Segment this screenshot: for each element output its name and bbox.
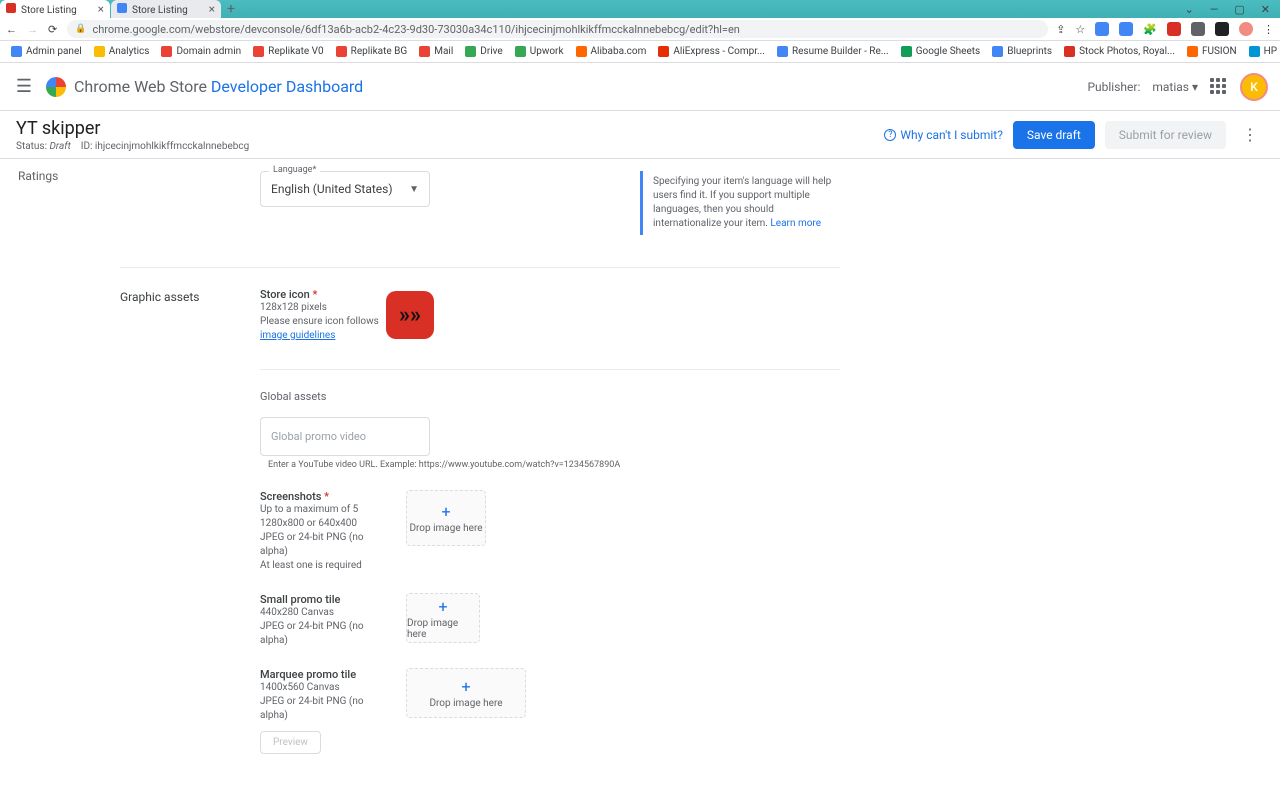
bookmark-item[interactable]: Replikate V0 xyxy=(248,44,329,59)
close-icon[interactable]: × xyxy=(209,2,215,16)
window-controls: ⌄ — ▢ ✕ xyxy=(1185,3,1280,16)
maximize-icon[interactable]: ▢ xyxy=(1234,3,1244,16)
bookmarks-bar: Admin panel Analytics Domain admin Repli… xyxy=(0,41,1280,63)
ext-icon[interactable] xyxy=(1239,22,1253,36)
bookmark-item[interactable]: Resume Builder - Re... xyxy=(772,44,894,59)
marquee-dropzone[interactable]: + Drop image here xyxy=(406,668,526,718)
forward-icon[interactable]: → xyxy=(27,23,38,36)
avatar[interactable]: K xyxy=(1240,73,1268,101)
bookmark-item[interactable]: Stock Photos, Royal... xyxy=(1059,44,1180,59)
ext-icon[interactable] xyxy=(1095,22,1109,36)
chevron-down-icon[interactable]: ⌄ xyxy=(1185,3,1194,16)
bookmark-item[interactable]: HP Smart p rinterse... xyxy=(1244,44,1280,59)
chevron-down-icon: ▾ xyxy=(1192,80,1198,94)
bookmark-item[interactable]: Mail xyxy=(414,44,458,59)
more-icon[interactable]: ⋮ xyxy=(1236,125,1264,144)
small-tile-dropzone[interactable]: + Drop image here xyxy=(406,593,480,643)
reload-icon[interactable]: ⟳ xyxy=(48,23,57,36)
ext-icon[interactable] xyxy=(1167,22,1181,36)
global-promo-video-input[interactable]: Global promo video xyxy=(260,417,430,456)
save-draft-button[interactable]: Save draft xyxy=(1013,121,1095,149)
screenshots-dropzone[interactable]: + Drop image here xyxy=(406,490,486,546)
bookmark-item[interactable]: Domain admin xyxy=(156,44,246,59)
address-bar: ← → ⟳ 🔒 chrome.google.com/webstore/devco… xyxy=(0,18,1280,41)
language-hint: Specifying your item's language will hel… xyxy=(640,171,840,235)
bookmark-item[interactable]: FUSION xyxy=(1182,44,1242,59)
help-icon: ? xyxy=(884,129,896,141)
language-value: English (United States) xyxy=(271,182,393,196)
why-cant-submit-link[interactable]: ?Why can't I submit? xyxy=(884,128,1003,142)
promo-helper: Enter a YouTube video URL. Example: http… xyxy=(268,460,840,470)
store-icon-title: Store icon * xyxy=(260,288,840,301)
plus-icon: + xyxy=(441,502,450,521)
ext-icon[interactable] xyxy=(1215,22,1229,36)
drop-text: Drop image here xyxy=(407,618,479,640)
bookmark-item[interactable]: Replikate BG xyxy=(331,44,413,59)
item-header: YT skipper Status: Draft ID: ihjcecinjmo… xyxy=(0,111,1280,159)
browser-tab-strip: Store Listing × Store Listing × + ⌄ — ▢ … xyxy=(0,0,1280,18)
drop-text: Drop image here xyxy=(409,523,482,534)
app-header: ☰ Chrome Web Store Developer Dashboard P… xyxy=(0,63,1280,111)
submit-for-review-button: Submit for review xyxy=(1105,121,1226,149)
bookmark-item[interactable]: Analytics xyxy=(89,44,155,59)
preview-button[interactable]: Preview xyxy=(260,731,321,754)
extensions-icon[interactable]: 🧩 xyxy=(1143,23,1157,36)
drop-text: Drop image here xyxy=(429,698,502,709)
publisher-label: Publisher: xyxy=(1087,80,1140,94)
tab-favicon xyxy=(6,3,16,13)
bookmark-item[interactable]: Admin panel xyxy=(6,44,87,59)
bookmark-item[interactable]: Upwork xyxy=(510,44,569,59)
menu-icon[interactable]: ☰ xyxy=(12,76,36,97)
item-name: YT skipper xyxy=(16,118,884,139)
star-icon[interactable]: ☆ xyxy=(1075,23,1085,36)
url-input[interactable]: 🔒 chrome.google.com/webstore/devconsole/… xyxy=(67,20,1048,38)
tab-title: Store Listing xyxy=(132,5,188,16)
bookmark-item[interactable]: Alibaba.com xyxy=(571,44,652,59)
plus-icon: + xyxy=(438,597,447,616)
url-text: chrome.google.com/webstore/devconsole/6d… xyxy=(92,23,739,36)
store-icon-preview[interactable]: »» xyxy=(386,291,434,339)
sidebar: Ratings xyxy=(0,159,110,800)
bookmark-item[interactable]: Drive xyxy=(460,44,507,59)
sidebar-item-ratings[interactable]: Ratings xyxy=(18,169,110,183)
minimize-icon[interactable]: — xyxy=(1210,3,1219,16)
ext-icon[interactable] xyxy=(1119,22,1133,36)
field-label: Language* xyxy=(269,165,320,175)
ext-icon[interactable] xyxy=(1191,22,1205,36)
image-guidelines-link[interactable]: image guidelines xyxy=(260,330,335,341)
language-select[interactable]: Language* English (United States)▼ xyxy=(260,171,430,207)
global-assets-label: Global assets xyxy=(260,390,840,403)
tab-title: Store Listing xyxy=(21,5,77,16)
app-title: Chrome Web Store Developer Dashboard xyxy=(74,77,363,96)
close-icon[interactable]: × xyxy=(98,2,104,16)
lock-icon: 🔒 xyxy=(75,24,86,34)
back-icon[interactable]: ← xyxy=(6,23,17,36)
close-window-icon[interactable]: ✕ xyxy=(1261,3,1270,16)
tab-favicon xyxy=(117,3,127,13)
bookmark-item[interactable]: Blueprints xyxy=(987,44,1057,59)
bookmark-item[interactable]: Google Sheets xyxy=(896,44,986,59)
chevron-down-icon: ▼ xyxy=(409,184,419,195)
kebab-icon[interactable]: ⋮ xyxy=(1263,23,1274,36)
bookmark-item[interactable]: AliExpress - Compr... xyxy=(653,44,770,59)
browser-tab-2[interactable]: Store Listing × xyxy=(111,0,221,18)
learn-more-link[interactable]: Learn more xyxy=(770,218,821,229)
plus-icon: + xyxy=(461,677,470,696)
browser-tab-1[interactable]: Store Listing × xyxy=(0,0,110,18)
chrome-web-store-logo xyxy=(46,77,66,97)
new-tab-button[interactable]: + xyxy=(222,1,240,17)
item-meta: Status: Draft ID: ihjcecinjmohlkikffmcck… xyxy=(16,141,884,152)
publisher-dropdown[interactable]: matias ▾ xyxy=(1152,80,1198,94)
section-graphic-assets: Graphic assets xyxy=(120,288,260,774)
google-apps-icon[interactable] xyxy=(1210,78,1228,96)
share-icon[interactable]: ⇪ xyxy=(1056,23,1065,36)
